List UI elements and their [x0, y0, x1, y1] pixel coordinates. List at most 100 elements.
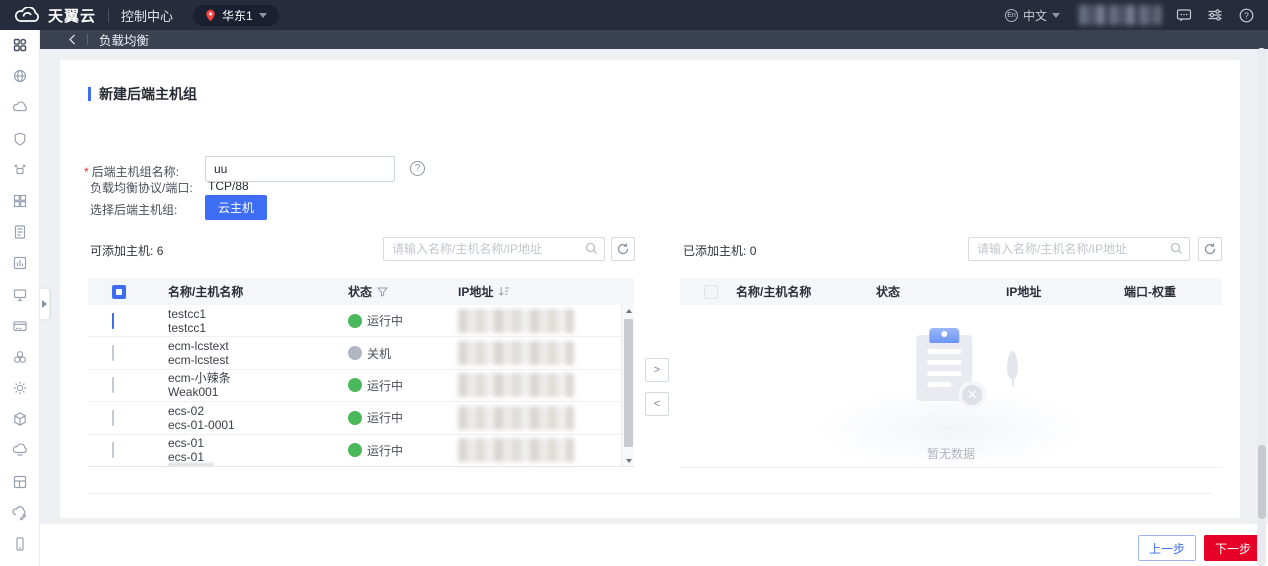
- row-checkbox[interactable]: [112, 442, 114, 459]
- wizard-footer: 上一步 下一步: [40, 524, 1268, 566]
- svg-text:?: ?: [1244, 10, 1249, 20]
- network-icon[interactable]: [12, 68, 28, 84]
- host-name-cell: ecs-02 ecs-01-0001: [168, 403, 235, 432]
- chevron-down-icon: [258, 12, 267, 18]
- previous-step-button[interactable]: 上一步: [1138, 535, 1196, 561]
- table-scrollbar: [621, 305, 634, 466]
- mobile-device-icon[interactable]: [12, 536, 28, 552]
- title-accent-bar: [88, 87, 91, 101]
- document-icon[interactable]: [12, 224, 28, 240]
- back-button[interactable]: [68, 34, 76, 45]
- language-icon: En: [1004, 8, 1018, 22]
- help-icon[interactable]: ?: [1238, 7, 1254, 23]
- sidebar-expand-handle[interactable]: [40, 288, 50, 320]
- status-icon: [348, 443, 362, 458]
- next-step-button[interactable]: 下一步: [1204, 535, 1262, 561]
- search-icon: [585, 242, 598, 255]
- column-header-name[interactable]: 名称/主机名称: [728, 283, 868, 300]
- column-header-name[interactable]: 名称/主机名称: [160, 283, 340, 300]
- user-account-redacted[interactable]: [1075, 5, 1161, 25]
- dashboard-icon[interactable]: [12, 37, 28, 53]
- app-grid-icon[interactable]: [12, 193, 28, 209]
- chevron-left-icon: [69, 34, 75, 45]
- cloud-host-type-button[interactable]: 云主机: [205, 195, 268, 220]
- filter-icon[interactable]: [377, 287, 389, 297]
- column-header-status[interactable]: 状态: [868, 283, 998, 300]
- available-hosts-count: 可添加主机: 6: [90, 244, 164, 258]
- group-name-input[interactable]: [205, 156, 395, 182]
- cloud-server-icon[interactable]: [12, 99, 28, 115]
- divider: [108, 8, 110, 22]
- select-host-group-label: 选择后端主机组:: [90, 203, 178, 217]
- settings-sun-icon[interactable]: [12, 380, 28, 396]
- available-hosts-table: 名称/主机名称 状态 IP地址 testcc1 testcc1 运行中 ecm-…: [88, 278, 634, 467]
- layout-grid-icon[interactable]: [12, 474, 28, 490]
- table-header: 名称/主机名称 状态 IP地址 端口-权重: [680, 278, 1222, 305]
- host-row[interactable]: ecm-lcstext ecm-lcstest 关机: [88, 337, 634, 370]
- host-row[interactable]: ecm-小辣条 Weak001 运行中: [88, 370, 634, 403]
- cloud-logo-icon: [15, 6, 39, 22]
- page-scrollbar-thumb[interactable]: [1257, 445, 1266, 519]
- refresh-button[interactable]: [1198, 237, 1222, 261]
- column-header-port-weight[interactable]: 端口-权重: [1116, 283, 1222, 300]
- empty-state: ✕ 暂无数据: [680, 305, 1222, 469]
- table-body: testcc1 testcc1 运行中 ecm-lcstext ecm-lcst…: [88, 305, 634, 467]
- sort-icon[interactable]: [498, 286, 510, 297]
- cloud-storage-icon[interactable]: [12, 442, 28, 458]
- cloud-edit-icon[interactable]: [11, 505, 28, 521]
- language-selector[interactable]: En 中文: [1004, 7, 1060, 24]
- ip-address-redacted: [458, 438, 574, 463]
- iot-device-icon[interactable]: [12, 162, 28, 178]
- help-icon[interactable]: ?: [410, 161, 425, 176]
- row-checkbox[interactable]: [112, 377, 114, 394]
- added-hosts-search: [968, 237, 1190, 261]
- search-input[interactable]: [383, 237, 605, 261]
- scroll-up-button[interactable]: [622, 305, 634, 317]
- move-right-button[interactable]: >: [645, 358, 669, 382]
- bar-chart-icon[interactable]: [12, 255, 28, 271]
- cube-icon[interactable]: [12, 411, 28, 427]
- status-badge: 运行中: [348, 312, 450, 329]
- status-icon: [348, 378, 362, 393]
- status-badge: 关机: [348, 345, 450, 362]
- status-icon: [348, 313, 362, 328]
- move-left-button[interactable]: <: [645, 392, 669, 416]
- empty-clipboard-illustration: ✕: [916, 328, 987, 409]
- brand-logo[interactable]: 天翼云: [14, 5, 96, 26]
- column-header-ip[interactable]: IP地址: [450, 283, 634, 300]
- column-header-ip[interactable]: IP地址: [998, 283, 1116, 300]
- host-row[interactable]: ecs-02 ecs-01-0001 运行中: [88, 402, 634, 435]
- host-name-cell: testcc1 testcc1: [168, 306, 207, 335]
- host-name-cell: ecs-01 ecs-01: [168, 436, 205, 465]
- chevron-down-icon: [1052, 12, 1060, 18]
- refresh-icon: [617, 243, 629, 255]
- create-backend-host-group-panel: 新建后端主机组 负载均衡协议/端口: TCP/88 *后端主机组名称: ? 选择…: [60, 60, 1240, 518]
- ip-address-redacted: [458, 308, 574, 333]
- scroll-down-button[interactable]: [622, 455, 634, 466]
- row-checkbox[interactable]: [112, 345, 114, 362]
- monitor-icon[interactable]: [12, 287, 28, 303]
- page-scrollbar[interactable]: [1257, 48, 1266, 566]
- message-icon[interactable]: [1176, 7, 1192, 23]
- select-all-checkbox[interactable]: [112, 284, 126, 299]
- no-data-x-icon: ✕: [958, 381, 987, 409]
- row-checkbox[interactable]: [112, 312, 114, 329]
- row-checkbox[interactable]: [112, 409, 114, 426]
- page-title: 负载均衡: [99, 34, 150, 48]
- host-name-cell: ecm-小辣条 Weak001: [168, 371, 231, 400]
- security-shield-icon[interactable]: [12, 131, 28, 147]
- partial-next-row: [168, 463, 214, 466]
- settings-sliders-icon[interactable]: [1207, 7, 1223, 23]
- section-title: 新建后端主机组: [88, 84, 197, 104]
- host-row[interactable]: testcc1 testcc1 运行中: [88, 305, 634, 338]
- protocol-label: 负载均衡协议/端口:: [90, 181, 193, 195]
- billing-card-icon[interactable]: [12, 318, 28, 334]
- service-circles-icon[interactable]: [12, 349, 28, 365]
- scrollbar-thumb[interactable]: [624, 319, 633, 447]
- column-header-status[interactable]: 状态: [340, 283, 450, 300]
- status-badge: 运行中: [348, 377, 450, 394]
- region-selector[interactable]: 华东1: [193, 4, 279, 26]
- search-input[interactable]: [968, 237, 1190, 261]
- console-label[interactable]: 控制中心: [121, 6, 173, 25]
- refresh-button[interactable]: [611, 237, 635, 261]
